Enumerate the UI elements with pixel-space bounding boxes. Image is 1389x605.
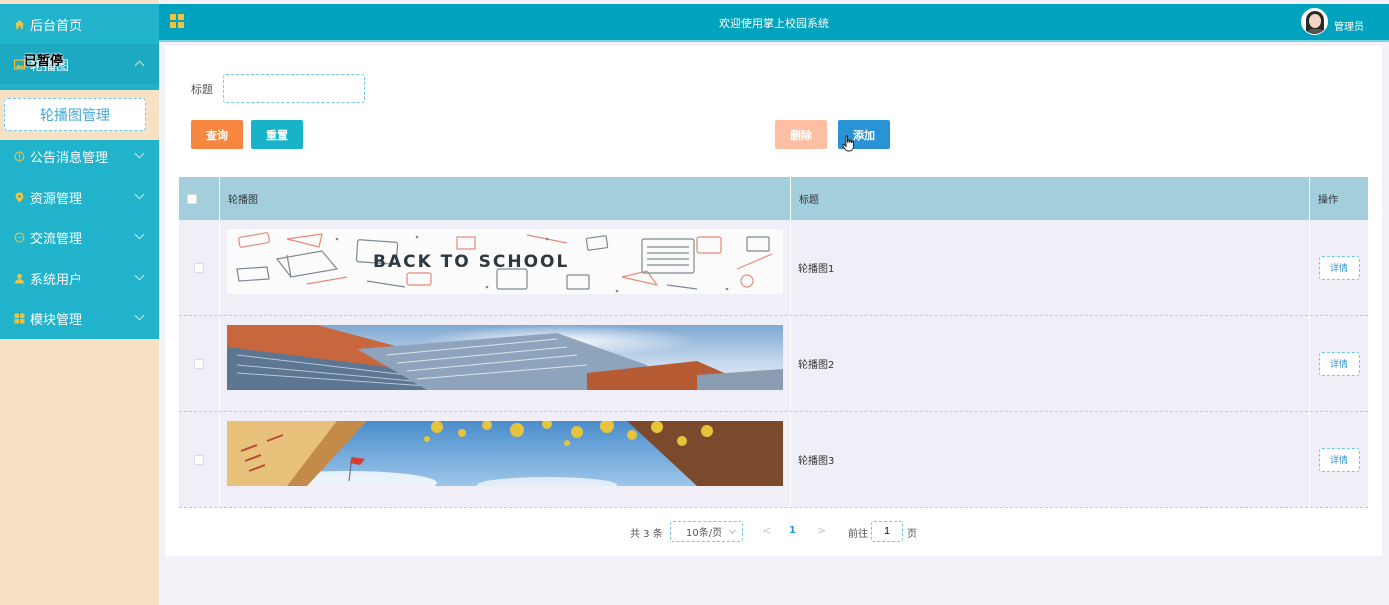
- pagination: 共 3 条 10条/页 < 1 > 前往 页: [165, 521, 1382, 543]
- table-row: 轮播图2 详情: [179, 316, 1368, 412]
- home-icon: [13, 18, 25, 30]
- carousel-table: 轮播图 标题 操作 BACK TO SCHOOL 轮播图1 详情 轮播图2 详情…: [179, 177, 1368, 508]
- carousel-image-text: BACK TO SCHOOL: [373, 252, 569, 272]
- row-title: 轮播图3: [791, 412, 1310, 507]
- chevron-down-icon: [134, 310, 145, 321]
- sidebar-subitem-carousel-manage[interactable]: 轮播图管理: [4, 98, 146, 131]
- delete-button[interactable]: 删除: [775, 120, 827, 149]
- page-size-value: 10条/页: [686, 528, 723, 539]
- column-header-actions: 操作: [1318, 195, 1338, 206]
- chevron-down-icon: [134, 148, 145, 159]
- user-icon: [13, 272, 25, 284]
- sidebar-item-label: 系统用户: [30, 272, 83, 288]
- sidebar-item-notices[interactable]: 公告消息管理: [0, 136, 159, 176]
- sidebar-item-system-users[interactable]: 系统用户: [0, 258, 159, 298]
- page-number-current[interactable]: 1: [789, 525, 796, 536]
- chevron-down-icon: [728, 526, 737, 535]
- prev-page-icon[interactable]: <: [762, 524, 771, 537]
- grid-icon: [13, 312, 25, 324]
- sidebar-item-communication[interactable]: 交流管理: [0, 217, 159, 257]
- sidebar-item-label: 模块管理: [30, 312, 83, 328]
- carousel-image-3: [227, 421, 783, 486]
- row-title: 轮播图1: [791, 220, 1310, 315]
- sidebar: 后台首页 轮播图 轮播图管理 公告消息管理 资源管理 交流管理 系统用户 模块管…: [0, 0, 159, 605]
- chevron-down-icon: [134, 229, 145, 240]
- reset-button[interactable]: 重置: [251, 120, 303, 149]
- select-all-checkbox[interactable]: [187, 193, 197, 204]
- chat-icon: [13, 231, 25, 243]
- chevron-down-icon: [134, 189, 145, 200]
- column-header-image: 轮播图: [220, 177, 791, 220]
- page-title: 欢迎使用掌上校园系统: [719, 17, 829, 30]
- image-icon: [13, 58, 25, 70]
- table-row: BACK TO SCHOOL 轮播图1 详情: [179, 220, 1368, 316]
- query-button[interactable]: 查询: [191, 120, 243, 149]
- goto-label: 前往: [848, 529, 868, 540]
- table-header: 轮播图 标题 操作: [179, 177, 1368, 220]
- sidebar-item-carousel[interactable]: 轮播图: [0, 44, 159, 84]
- row-checkbox[interactable]: [194, 358, 204, 369]
- sidebar-item-modules[interactable]: 模块管理: [0, 298, 159, 338]
- detail-button[interactable]: 详情: [1318, 255, 1360, 280]
- avatar[interactable]: [1301, 8, 1328, 35]
- search-title-input[interactable]: [223, 74, 365, 103]
- detail-button[interactable]: 详情: [1318, 351, 1360, 376]
- select-all-cell: [179, 177, 220, 220]
- user-name[interactable]: 管理员: [1334, 18, 1364, 33]
- carousel-image-2: [227, 325, 783, 390]
- row-title: 轮播图2: [791, 316, 1310, 411]
- carousel-submenu: 轮播图管理: [0, 90, 159, 140]
- carousel-image-1: BACK TO SCHOOL: [227, 229, 783, 294]
- add-button[interactable]: 添加: [838, 120, 890, 149]
- pagination-total: 共 3 条: [630, 529, 663, 540]
- goto-page-input[interactable]: [871, 521, 903, 542]
- side-menu: 后台首页 轮播图 轮播图管理 公告消息管理 资源管理 交流管理 系统用户 模块管…: [0, 4, 159, 339]
- row-checkbox[interactable]: [194, 454, 204, 465]
- chevron-down-icon: [134, 270, 145, 281]
- page-suffix-label: 页: [907, 529, 917, 540]
- detail-button[interactable]: 详情: [1318, 447, 1360, 472]
- location-pin-icon: [13, 191, 25, 203]
- sidebar-item-label: 轮播图: [30, 58, 70, 74]
- page-size-select[interactable]: 10条/页: [670, 521, 743, 542]
- table-row: 轮播图3 详情: [179, 412, 1368, 508]
- sidebar-item-label: 后台首页: [30, 18, 83, 34]
- sidebar-item-label: 资源管理: [30, 191, 83, 207]
- sidebar-item-label: 交流管理: [30, 231, 83, 247]
- next-page-icon[interactable]: >: [817, 524, 826, 537]
- sidebar-item-home[interactable]: 后台首页: [0, 4, 159, 44]
- search-title-label: 标题: [191, 83, 213, 96]
- sidebar-item-label: 公告消息管理: [30, 150, 109, 166]
- main-content: 标题 查询 重置 删除 添加 轮播图 标题 操作 BACK TO SCHOOL …: [165, 46, 1382, 556]
- sidebar-item-resources[interactable]: 资源管理: [0, 177, 159, 217]
- top-header: 欢迎使用掌上校园系统 管理员: [159, 4, 1389, 42]
- column-header-title[interactable]: 标题: [791, 177, 1310, 220]
- chevron-up-icon: [134, 60, 145, 71]
- info-icon: [13, 150, 25, 162]
- row-checkbox[interactable]: [194, 262, 204, 273]
